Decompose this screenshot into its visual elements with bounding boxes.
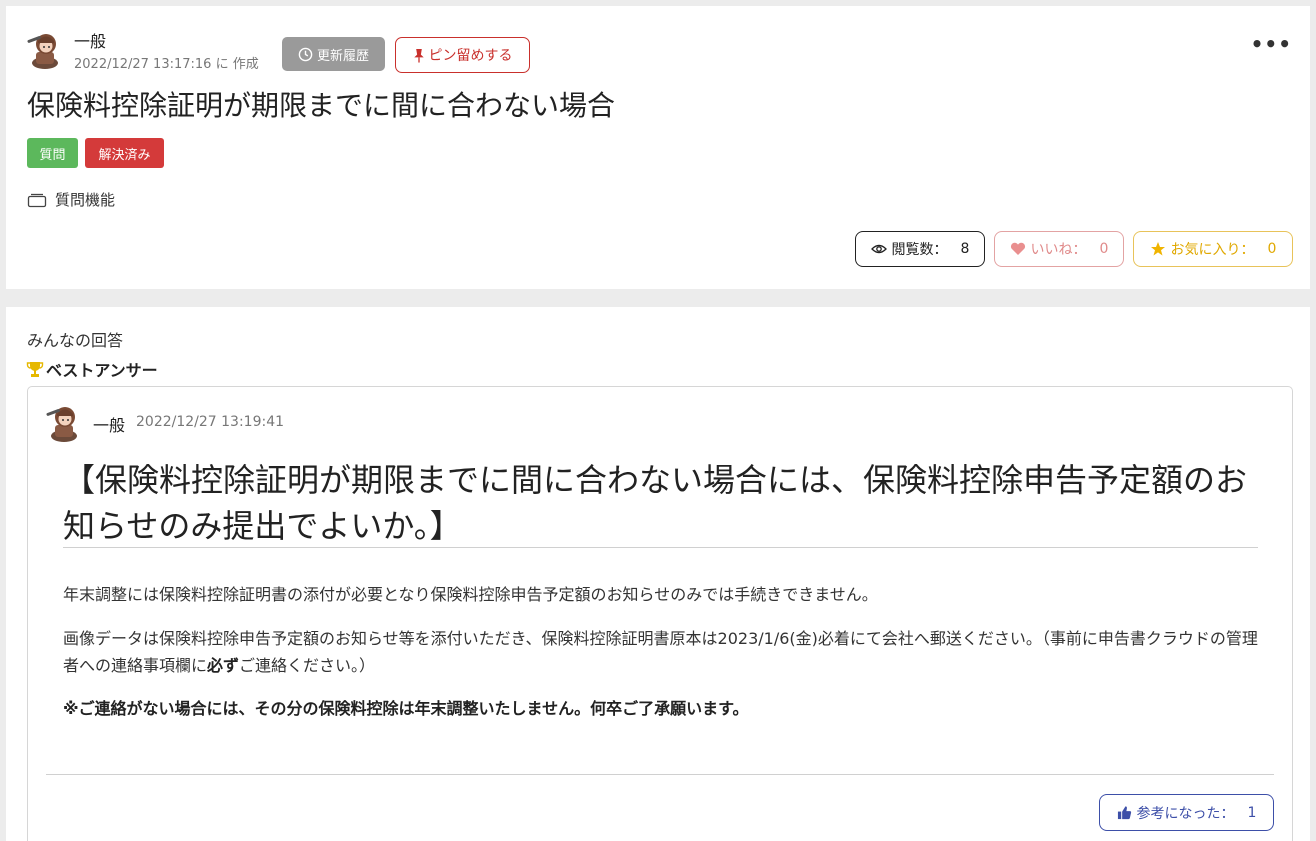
helpful-button[interactable]: 参考になった： 1 (1099, 794, 1274, 831)
like-button[interactable]: いいね： 0 (994, 231, 1124, 267)
clock-icon (298, 47, 313, 61)
likes-count: 0 (1099, 241, 1109, 257)
question-title: 保険料控除証明が期限までに間に合わない場合 (27, 89, 616, 122)
answer-heading: 【保険料控除証明が期限までに間に合わない場合には、保険料控除申告予定額のお知らせ… (63, 461, 1248, 545)
answer-paragraph-2: 画像データは保険料控除申告予定額のお知らせ等を添付いただき、保険料控除証明書原本… (63, 625, 1263, 679)
history-button[interactable]: 更新履歴 (282, 37, 385, 71)
answer-timestamp: 2022/12/27 13:19:41 (136, 414, 285, 430)
created-at: 2022/12/27 13:17:16 に 作成 (74, 57, 259, 72)
likes-label: いいね： (1030, 242, 1087, 258)
paragraph-2-tail: ご連絡ください。） (239, 656, 376, 675)
pin-icon (413, 48, 424, 63)
best-answer-text: ベストアンサー (46, 361, 158, 380)
paragraph-2-emphasis: 必ず (207, 656, 240, 675)
tag-resolved[interactable]: 解決済み (85, 138, 164, 168)
helpful-count: 1 (1247, 804, 1257, 821)
heart-icon (1010, 242, 1025, 255)
answer-paragraph-1: 年末調整には保険料控除証明書の添付が必要となり保険料控除申告予定額のお知らせのみ… (63, 585, 878, 604)
thumbs-up-icon (1117, 806, 1131, 820)
views-count: 8 (960, 241, 970, 257)
answers-section-label: みんなの回答 (27, 331, 124, 350)
helpful-label: 参考になった： (1136, 805, 1235, 822)
folder-icon (27, 193, 47, 207)
answer-author-avatar[interactable] (44, 403, 84, 443)
answers-card: みんなの回答 ベストアンサー 一般 2022/12/27 13:19:41 【保… (6, 307, 1310, 841)
more-options-button[interactable]: ••• (1251, 32, 1292, 56)
views-label: 閲覧数： (891, 242, 948, 258)
eye-icon (870, 244, 887, 254)
answer-author-name[interactable]: 一般 (93, 412, 125, 436)
answer-paragraph-3: ※ご連絡がない場合には、その分の保険料控除は年末調整いたしません。何卒ご了承願い… (63, 699, 749, 718)
trophy-icon (26, 362, 44, 377)
author-name[interactable]: 一般 (74, 28, 106, 52)
star-icon (1150, 242, 1165, 256)
answer-footer-divider (46, 774, 1274, 775)
history-label: 更新履歴 (316, 48, 369, 64)
favorites-count: 0 (1267, 241, 1277, 257)
favorites-label: お気に入り： (1170, 242, 1255, 258)
best-answer-label: ベストアンサー (26, 357, 158, 381)
question-card: 一般 2022/12/27 13:17:16 に 作成 更新履歴 ピン留めする … (6, 6, 1310, 289)
category-link[interactable]: 質問機能 (27, 189, 115, 210)
category-label: 質問機能 (55, 191, 116, 209)
favorite-button[interactable]: お気に入り： 0 (1133, 231, 1293, 267)
author-avatar[interactable] (25, 30, 65, 70)
best-answer: 一般 2022/12/27 13:19:41 【保険料控除証明が期限までに間に合… (27, 386, 1293, 841)
views-counter[interactable]: 閲覧数： 8 (855, 231, 985, 267)
heading-divider (63, 547, 1258, 548)
pin-button[interactable]: ピン留めする (395, 37, 530, 73)
pin-label: ピン留めする (428, 48, 513, 64)
tag-question[interactable]: 質問 (27, 138, 78, 168)
